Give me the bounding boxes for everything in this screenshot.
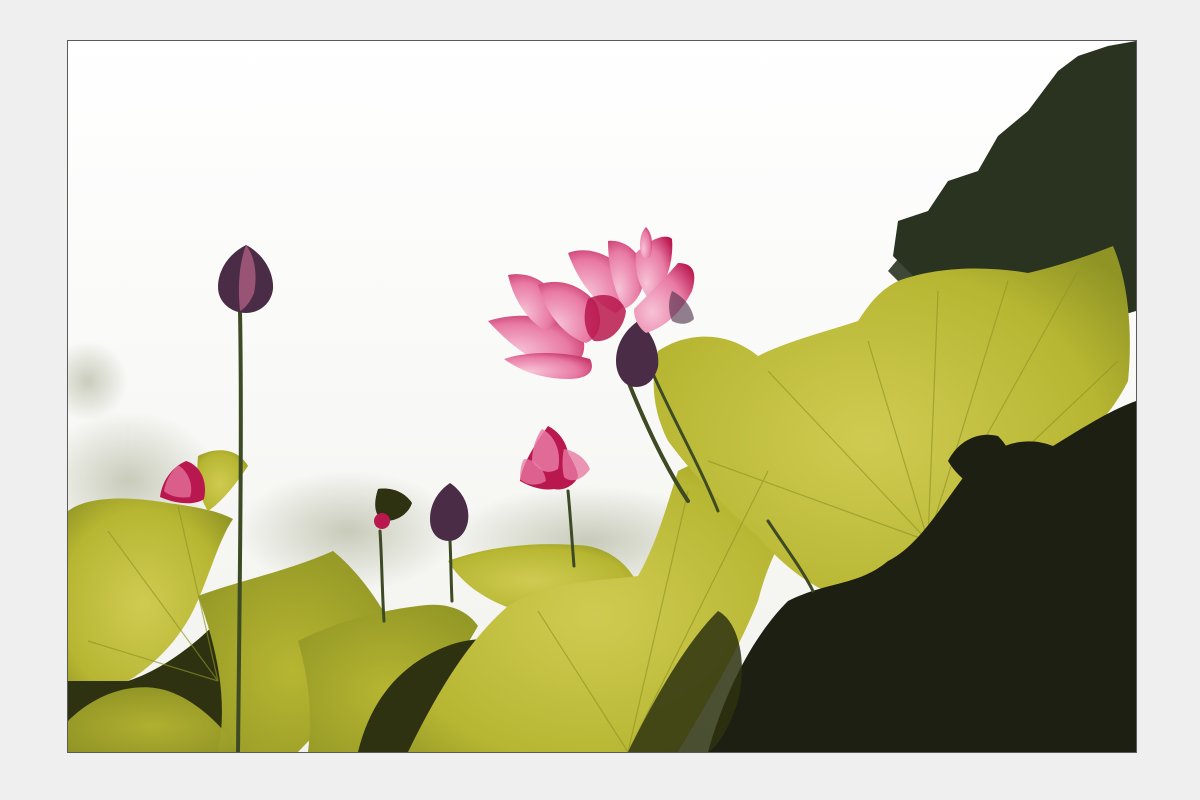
photo-frame [67, 40, 1137, 753]
lotus-photo [68, 41, 1136, 752]
